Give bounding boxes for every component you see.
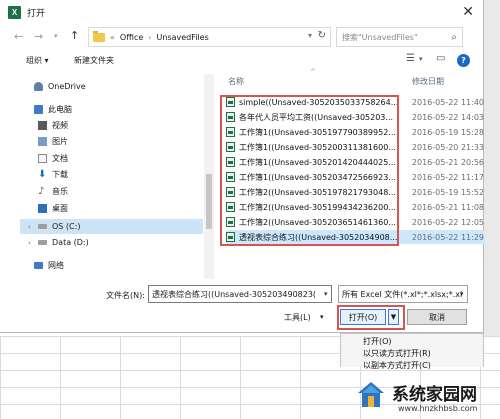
- forward-arrow-icon[interactable]: →: [34, 30, 43, 43]
- up-arrow-icon[interactable]: ↑: [70, 29, 79, 42]
- preview-pane-icon[interactable]: ▭: [436, 53, 445, 64]
- filename-label: 文件名(N):: [106, 291, 145, 300]
- sidebar-item-music[interactable]: ♪ 音乐: [38, 186, 68, 197]
- sidebar-item-label: 图片: [52, 137, 68, 146]
- menu-item-open-as-copy[interactable]: 以副本方式打开(C): [363, 360, 431, 371]
- file-date: 2016-05-22 11:40: [411, 97, 484, 107]
- address-overflow[interactable]: «: [110, 33, 115, 42]
- new-folder-button[interactable]: 新建文件夹: [74, 55, 114, 66]
- nav-scrollbar[interactable]: [204, 74, 214, 279]
- sidebar-item-label: 桌面: [52, 204, 68, 213]
- column-header-name[interactable]: 名称: [228, 76, 244, 87]
- watermark-url: www.hnzkhbsb.com: [398, 404, 478, 413]
- sidebar-item-label: 文档: [52, 154, 68, 163]
- sidebar-item-label: 下载: [52, 170, 68, 179]
- file-date: 2016-05-19 15:52: [411, 187, 484, 197]
- file-date: 2016-05-22 11:17: [411, 172, 484, 182]
- open-options-menu: 打开(O) 以只读方式打开(R) 以副本方式打开(C): [340, 333, 484, 370]
- folder-icon: [93, 30, 105, 42]
- search-input[interactable]: 搜索"UnsavedFiles" ⌕: [336, 27, 463, 47]
- column-header-modified[interactable]: 修改日期: [412, 76, 444, 87]
- command-bar: 组织 ▾ 新建文件夹 ☰ ▾ ▭ ?: [0, 52, 484, 70]
- search-placeholder: 搜索"UnsavedFiles": [342, 32, 418, 42]
- recent-locations-icon[interactable]: ▾: [54, 32, 58, 40]
- menu-item-open-read-only[interactable]: 以只读方式打开(R): [363, 348, 431, 359]
- breadcrumb-office[interactable]: Office: [120, 33, 143, 42]
- file-date: 2016-05-19 15:28: [411, 127, 484, 137]
- file-date: 2016-05-22 11:29: [411, 232, 484, 242]
- house-logo-icon: [358, 382, 384, 407]
- sort-ascending-icon: ^: [310, 68, 316, 76]
- chevron-right-icon[interactable]: ›: [28, 239, 31, 247]
- scroll-thumb[interactable]: [206, 174, 212, 229]
- sidebar-item-label: 音乐: [52, 187, 68, 196]
- desktop-icon: [38, 204, 47, 213]
- chevron-down-icon[interactable]: ▾: [320, 313, 324, 321]
- sidebar-item-label: OneDrive: [48, 82, 86, 91]
- document-icon: [38, 154, 47, 163]
- sidebar-item-label: 此电脑: [48, 105, 72, 114]
- filename-input[interactable]: 透视表综合练习((Unsaved-305203490823(: [148, 285, 332, 303]
- open-dialog: X 打开 ✕ ← → ▾ ↑ « Office › UnsavedFiles ▾…: [0, 0, 484, 333]
- cancel-button[interactable]: 取消: [407, 309, 467, 325]
- file-date: 2016-05-22 12:05: [411, 217, 484, 227]
- chevron-down-icon[interactable]: ▾: [324, 290, 328, 298]
- sidebar-item-label: Data (D:): [52, 238, 89, 247]
- music-icon: ♪: [38, 186, 45, 197]
- refresh-icon[interactable]: ↻: [318, 30, 326, 41]
- sidebar-item-label: OS (C:): [52, 222, 81, 231]
- cloud-icon: [34, 82, 43, 91]
- chevron-down-icon[interactable]: ▾: [308, 31, 312, 40]
- tools-button[interactable]: 工具(L): [284, 312, 311, 323]
- search-icon: ⌕: [451, 31, 457, 43]
- sidebar-item-documents[interactable]: 文档: [38, 153, 68, 164]
- view-dropdown-icon[interactable]: ▾: [419, 55, 423, 63]
- download-icon: ⬇: [38, 169, 47, 180]
- sidebar-item-downloads[interactable]: ⬇ 下载: [38, 169, 68, 180]
- sidebar-item-pictures[interactable]: 图片: [38, 136, 68, 147]
- file-date: 2016-05-22 14:03: [411, 112, 484, 122]
- network-icon: [34, 262, 43, 269]
- organize-button[interactable]: 组织 ▾: [26, 55, 49, 66]
- file-date: 2016-05-21 20:56: [411, 157, 484, 167]
- chevron-right-icon[interactable]: ›: [148, 33, 151, 42]
- help-icon[interactable]: ?: [457, 54, 470, 67]
- address-bar[interactable]: « Office › UnsavedFiles ▾ ↻: [88, 27, 331, 47]
- menu-item-open[interactable]: 打开(O): [363, 336, 392, 347]
- chevron-right-icon[interactable]: ›: [28, 223, 31, 231]
- navigation-pane: OneDrive 此电脑 视频 图片 文档 ⬇ 下载 ♪ 音乐 桌面 › OS …: [0, 74, 218, 279]
- close-icon[interactable]: ✕: [462, 4, 474, 20]
- file-date: 2016-05-21 11:08: [411, 202, 484, 212]
- watermark-title: 系统家园网: [392, 385, 477, 405]
- sidebar-item-label: 视频: [52, 121, 68, 130]
- sidebar-item-onedrive[interactable]: OneDrive: [34, 82, 86, 91]
- view-options-icon[interactable]: ☰: [406, 53, 415, 64]
- watermark: 系统家园网 www.hnzkhbsb.com: [352, 374, 500, 419]
- chevron-down-icon[interactable]: ▾: [460, 290, 464, 298]
- sidebar-item-label: 网络: [48, 261, 64, 270]
- back-arrow-icon[interactable]: ←: [14, 30, 23, 43]
- sidebar-item-this-pc[interactable]: 此电脑: [34, 104, 72, 115]
- excel-icon: X: [8, 5, 21, 19]
- navigation-bar: ← → ▾ ↑ « Office › UnsavedFiles ▾ ↻ 搜索"U…: [0, 27, 484, 47]
- sidebar-item-data-d[interactable]: Data (D:): [38, 238, 89, 247]
- file-date: 2016-05-20 21:33: [411, 142, 484, 152]
- picture-icon: [38, 137, 47, 146]
- drive-icon: [38, 240, 47, 245]
- computer-icon: [34, 105, 43, 114]
- sidebar-item-videos[interactable]: 视频: [38, 120, 68, 131]
- file-type-filter[interactable]: 所有 Excel 文件(*.xl*;*.xlsx;*.xl: [338, 285, 468, 303]
- highlight-box-open: [337, 305, 405, 330]
- sidebar-item-os-c[interactable]: OS (C:): [38, 222, 80, 231]
- drive-icon: [38, 224, 47, 229]
- highlight-box-files: [220, 95, 399, 246]
- dialog-title: 打开: [27, 8, 46, 19]
- sidebar-item-network[interactable]: 网络: [34, 260, 64, 271]
- title-bar: X 打开 ✕: [0, 0, 484, 24]
- breadcrumb-unsavedfiles[interactable]: UnsavedFiles: [156, 33, 208, 42]
- sidebar-item-desktop[interactable]: 桌面: [38, 203, 68, 214]
- video-icon: [38, 121, 47, 130]
